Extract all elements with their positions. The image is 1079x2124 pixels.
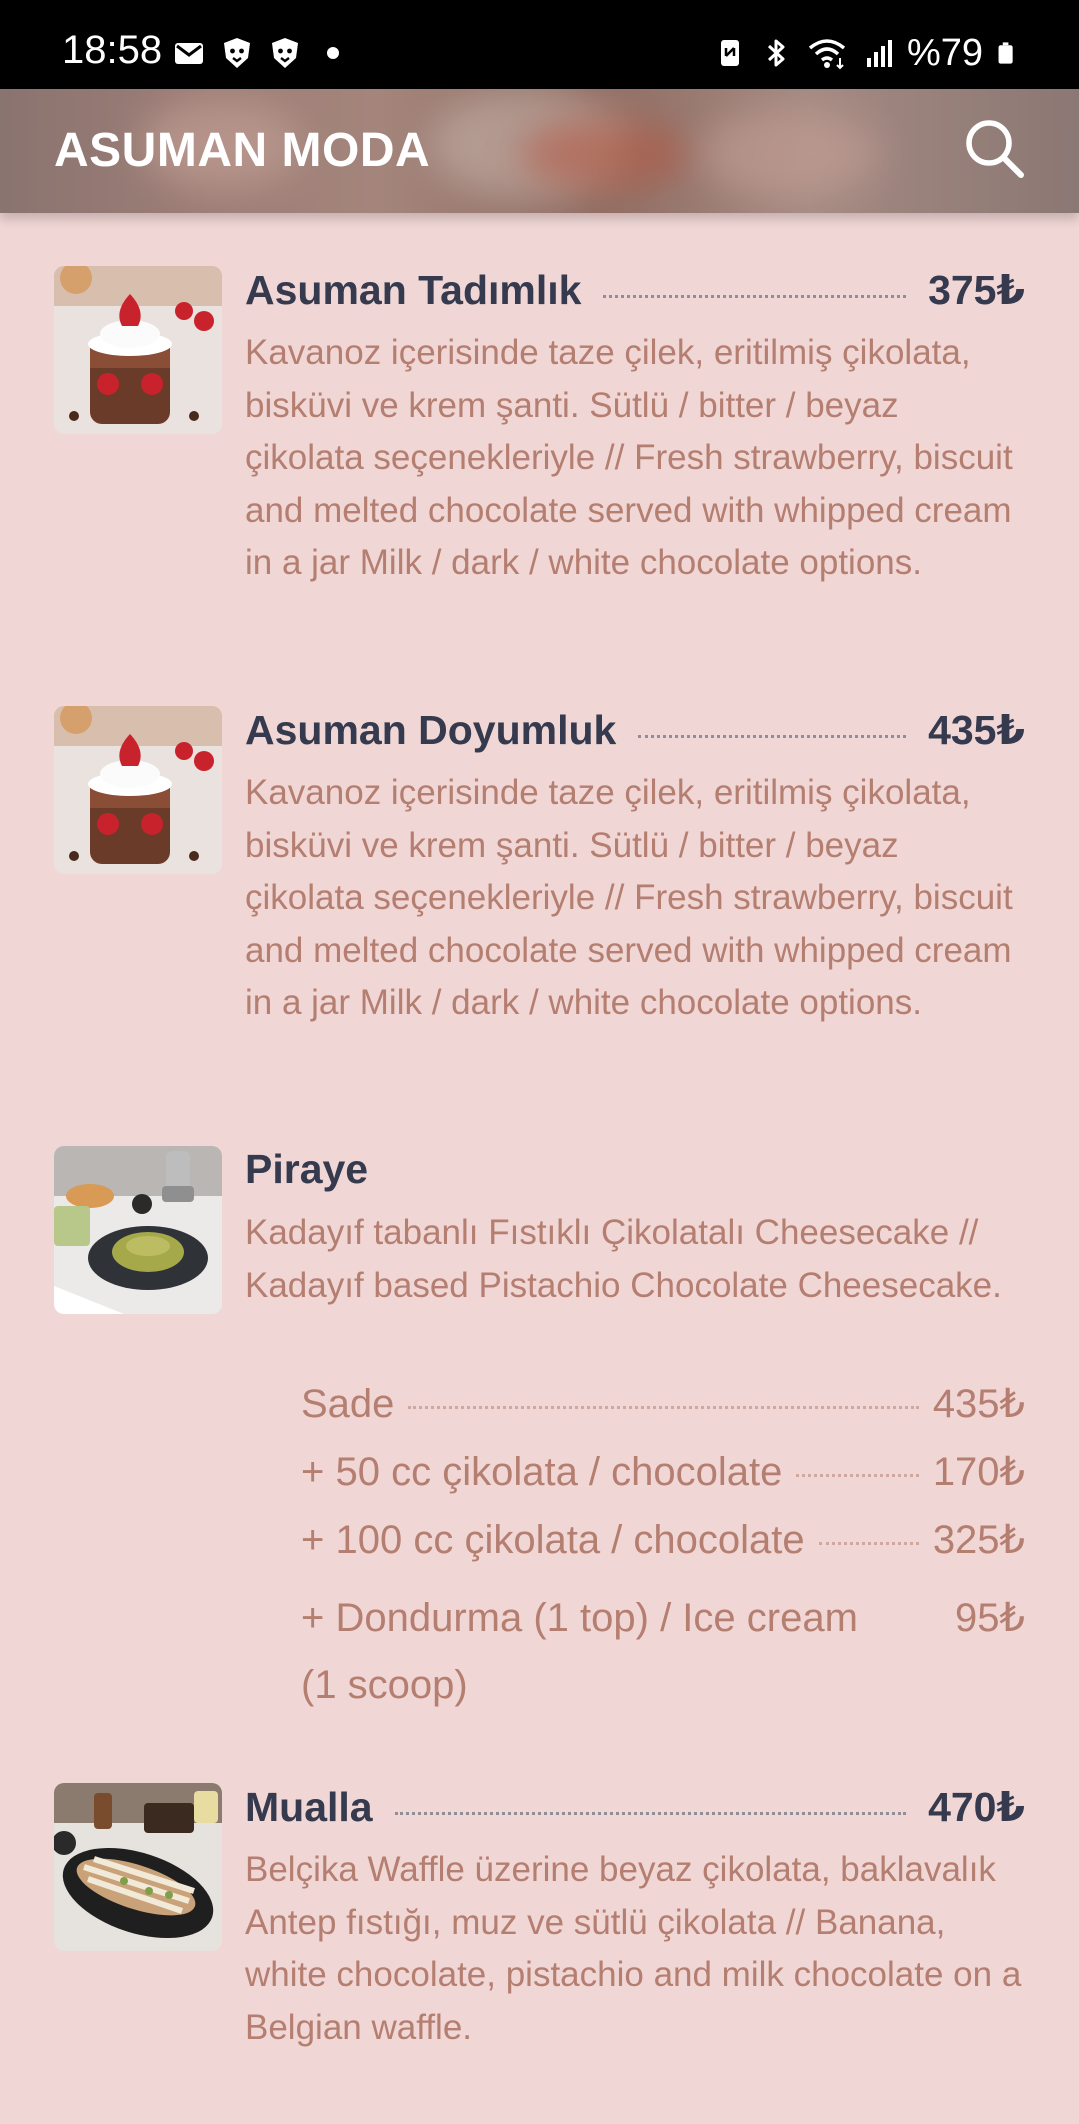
signal-icon [866,40,892,67]
option-price: 325₺ [932,1518,1025,1562]
item-price: 375₺ [928,267,1025,313]
search-icon[interactable] [961,115,1027,181]
wifi-icon [808,39,846,70]
option-list: Sade 435₺ + 50 cc çikolata / chocolate 1… [301,1381,1025,1719]
nfc-icon [720,40,739,66]
dotted-leader [603,295,907,298]
menu-item[interactable]: Asuman Tadımlık 375₺ Kavanoz içerisinde … [0,266,1079,646]
system-icons: %79 [713,34,1019,72]
lion-shield-icon [224,38,250,68]
dotted-leader [408,1406,919,1409]
battery-percentage: %79 [906,32,983,74]
battery-icon [998,42,1013,64]
item-name: Asuman Doyumluk [245,707,617,753]
option-label: + 50 cc çikolata / chocolate [301,1450,783,1494]
mail-icon [175,43,203,64]
option-row[interactable]: + 100 cc çikolata / chocolate 325₺ [301,1517,1025,1585]
item-description: Kadayıf tabanlı Fıstıklı Çikolatalı Chee… [245,1213,1002,1305]
dessert-jar-image [54,266,222,434]
option-label: + 100 cc çikolata / chocolate [301,1518,805,1562]
dotted-leader [638,735,907,738]
menu-item[interactable]: Asuman Doyumluk 435₺ Kavanoz içerisinde … [0,706,1079,1086]
dot-icon [327,47,339,59]
option-price: 435₺ [932,1382,1025,1426]
item-name: Mualla [245,1784,373,1830]
app-title: ASUMAN MODA [54,124,431,177]
bluetooth-icon [767,39,785,67]
option-row[interactable]: Sade 435₺ [301,1381,1025,1449]
option-label: Sade [301,1382,395,1426]
status-time: 18:58 [62,28,163,72]
option-price: 170₺ [932,1450,1025,1494]
item-description: Belçika Waffle üzerine beyaz çikolata, b… [245,1850,1022,2047]
option-row[interactable]: + 50 cc çikolata / chocolate 170₺ [301,1449,1025,1517]
waffle-plate-image [54,1783,222,1951]
dessert-jar-image [54,706,222,874]
lion-shield-icon [272,38,298,68]
option-label: + Dondurma (1 top) / Ice cream (1 scoop) [301,1596,858,1707]
notification-icons [172,36,350,70]
item-description: Kavanoz içerisinde taze çilek, eritilmiş… [245,773,1013,1022]
cheesecake-plate-image [54,1146,222,1314]
dotted-leader [818,1542,919,1545]
app-bar: ASUMAN MODA [0,89,1079,213]
status-bar: 18:58 %79 [0,0,1079,89]
item-price: 435₺ [928,707,1025,753]
dotted-leader [394,1812,907,1815]
item-name: Piraye [245,1146,369,1192]
option-price: 95₺ [955,1596,1025,1640]
item-description: Kavanoz içerisinde taze çilek, eritilmiş… [245,333,1013,582]
menu-item[interactable]: Mualla 470₺ Belçika Waffle üzerine beyaz… [0,1783,1079,2123]
item-name: Asuman Tadımlık [245,267,582,313]
dotted-leader [796,1474,919,1477]
option-row[interactable]: + Dondurma (1 top) / Ice cream (1 scoop)… [301,1585,1025,1719]
item-price: 470₺ [928,1784,1025,1830]
